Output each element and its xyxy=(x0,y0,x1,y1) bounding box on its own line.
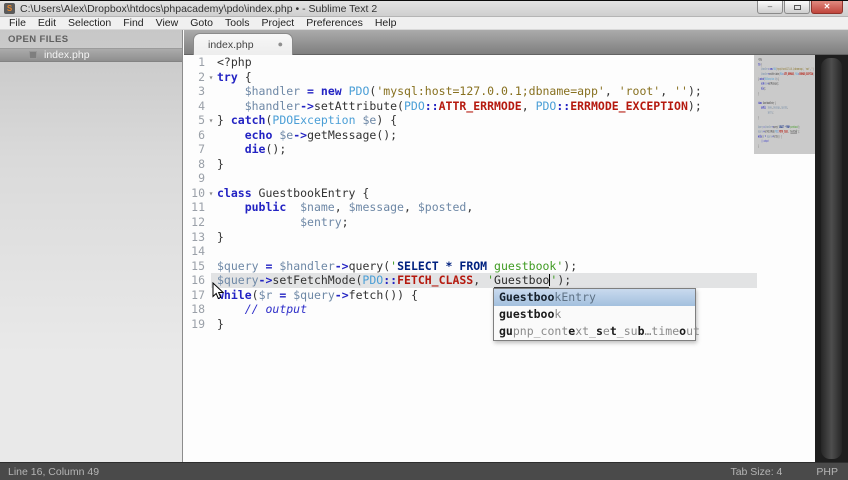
autocomplete-item[interactable]: gupnp_context_set_sub…timeout xyxy=(494,323,700,340)
line-number: 10 xyxy=(191,185,205,200)
tab-size-status[interactable]: Tab Size: 4 xyxy=(730,466,782,478)
line-number: 19 xyxy=(191,316,205,331)
dirty-indicator-icon[interactable]: ● xyxy=(278,40,283,49)
fold-arrow-icon[interactable]: ▾ xyxy=(205,187,217,202)
line-number: 15 xyxy=(191,258,205,273)
line-number: 2 xyxy=(198,69,205,84)
menu-item-selection[interactable]: Selection xyxy=(62,17,117,30)
code-line[interactable]: 7 die(); xyxy=(184,142,848,157)
menu-item-edit[interactable]: Edit xyxy=(32,17,62,30)
sidebar-file-label: index.php xyxy=(44,49,90,61)
code-line[interactable]: 1 <?php xyxy=(184,55,848,70)
code-line[interactable]: 5 ▾} catch(PDOException $e) { xyxy=(184,113,848,128)
open-files-header: OPEN FILES xyxy=(8,34,69,45)
sidebar-item-indexphp[interactable]: index.php xyxy=(0,48,182,62)
line-number: 14 xyxy=(191,244,205,259)
code-line[interactable]: 15 $query = $handler->query('SELECT * FRO… xyxy=(184,259,848,274)
window-controls: – ✕ xyxy=(756,1,843,14)
vertical-scrollbar[interactable] xyxy=(815,55,848,462)
line-number: 16 xyxy=(191,273,205,288)
menu-item-file[interactable]: File xyxy=(3,17,32,30)
code-line[interactable]: 8} xyxy=(184,157,848,172)
scrollbar-thumb[interactable] xyxy=(821,58,842,459)
code-line[interactable]: 2 ▾ try { xyxy=(184,70,848,85)
line-number: 1 xyxy=(198,55,205,69)
code-line[interactable]: 16 $query->setFetchMode(PDO::FETCH_CLASS,… xyxy=(184,273,848,289)
menu-item-find[interactable]: Find xyxy=(117,17,149,30)
menu-item-goto[interactable]: Goto xyxy=(184,17,219,30)
menu-item-preferences[interactable]: Preferences xyxy=(300,17,369,30)
code-line[interactable]: 14 xyxy=(184,244,848,259)
app-icon: S xyxy=(4,3,15,14)
code-line[interactable]: 13} xyxy=(184,230,848,245)
syntax-mode-status[interactable]: PHP xyxy=(816,466,838,478)
autocomplete-item[interactable]: guestbook xyxy=(494,306,695,323)
line-number: 9 xyxy=(198,171,205,186)
line-number: 11 xyxy=(191,200,205,215)
maximize-button[interactable] xyxy=(784,1,810,14)
line-number: 17 xyxy=(191,287,205,302)
line-number: 3 xyxy=(198,84,205,99)
code-line[interactable]: 9 xyxy=(184,171,848,186)
line-number: 13 xyxy=(191,229,205,244)
statusbar: Line 16, Column 49 Tab Size: 4 PHP xyxy=(0,462,848,480)
line-number: 12 xyxy=(191,215,205,230)
editor[interactable]: 1 <?php 2 ▾ try {3 $handler = new PDO('mysql… xyxy=(184,55,848,462)
minimap-content: <?php try { $handler = new PDO('mysql:hos… xyxy=(758,57,814,148)
line-number: 4 xyxy=(198,98,205,113)
sublime-text-window: S C:\Users\Alex\Dropbox\htdocs\phpacadem… xyxy=(0,0,848,480)
autocomplete-item[interactable]: GuestbookEntry xyxy=(494,289,695,306)
maximize-icon xyxy=(793,4,801,10)
file-icon xyxy=(29,51,37,59)
sidebar: OPEN FILES index.php xyxy=(0,30,183,462)
fold-arrow-icon[interactable]: ▾ xyxy=(205,114,217,129)
code-line: } xyxy=(758,143,759,149)
autocomplete-popup: GuestbookEntry guestbook gupnp_context_set… xyxy=(493,288,700,341)
cursor-position-status: Line 16, Column 49 xyxy=(8,465,100,478)
code-line[interactable]: 12 $entry; xyxy=(184,215,848,230)
line-number: 18 xyxy=(191,302,205,317)
menu-item-project[interactable]: Project xyxy=(256,17,301,30)
close-button[interactable]: ✕ xyxy=(811,1,843,14)
code-line[interactable]: 10 ▾ class GuestbookEntry { xyxy=(184,186,848,201)
line-number: 6 xyxy=(198,127,205,142)
minimize-button[interactable]: – xyxy=(757,1,783,14)
mouse-cursor-icon xyxy=(212,282,224,300)
menu-item-tools[interactable]: Tools xyxy=(219,17,256,30)
menu-item-help[interactable]: Help xyxy=(369,17,403,30)
fold-arrow-icon[interactable]: ▾ xyxy=(205,71,217,86)
tab-indexphp[interactable]: index.php ● xyxy=(193,33,293,55)
menubar: File Edit Selection Find View Goto Tools Projec… xyxy=(0,17,848,30)
window-title: C:\Users\Alex\Dropbox\htdocs\phpacademy\… xyxy=(20,2,378,15)
code-line[interactable]: 6 echo $e->getMessage(); xyxy=(184,128,848,143)
menu-item-view[interactable]: View xyxy=(150,17,185,30)
line-number: 5 xyxy=(198,113,205,128)
tab-label: index.php xyxy=(208,38,254,51)
code-line[interactable]: 11 public $name, $message, $posted, xyxy=(184,200,848,215)
line-number: 8 xyxy=(198,156,205,171)
titlebar[interactable]: S C:\Users\Alex\Dropbox\htdocs\phpacadem… xyxy=(0,1,848,17)
tabbar: index.php ● xyxy=(184,30,848,55)
code-line[interactable]: 3 $handler = new PDO('mysql:host=127.0.0… xyxy=(184,84,848,99)
line-number: 7 xyxy=(198,142,205,157)
minimap[interactable]: <?php try { $handler = new PDO('mysql:hos… xyxy=(758,57,814,157)
code-line[interactable]: 4 $handler->setAttribute(PDO::ATTR_ERRMO… xyxy=(184,99,848,114)
